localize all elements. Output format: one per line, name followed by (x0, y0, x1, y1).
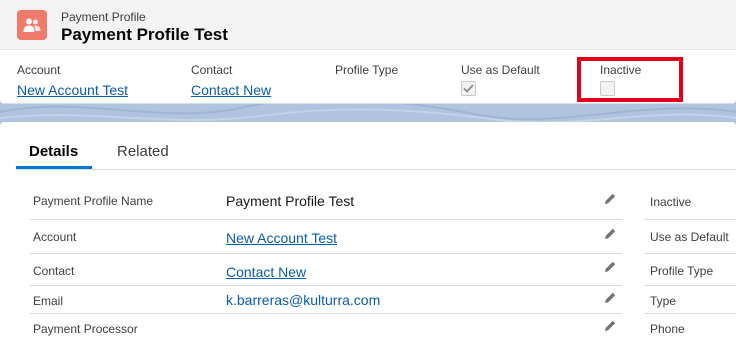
field-label: Contact (191, 63, 233, 77)
pencil-icon[interactable] (603, 260, 617, 274)
field-value: Payment Profile Test (226, 193, 355, 209)
field-label: Contact (33, 264, 75, 278)
field-label: Payment Profile Name (33, 194, 154, 208)
people-icon (23, 18, 41, 32)
field-label: Profile Type (335, 63, 399, 77)
field-label: Use as Default (461, 63, 540, 77)
detail-row-type: Type (644, 286, 736, 314)
field-label: Account (33, 230, 77, 244)
field-label: Type (650, 294, 677, 308)
pencil-icon[interactable] (603, 227, 617, 241)
tab-details[interactable]: Details (29, 143, 78, 160)
field-label: Payment Processor (33, 322, 138, 336)
field-label: Phone (650, 322, 685, 336)
highlight-field-profile-type: Profile Type (335, 63, 398, 77)
tab-related[interactable]: Related (117, 143, 169, 160)
detail-row-profile-type: Profile Type (644, 254, 736, 286)
field-label: Inactive (650, 195, 692, 209)
record-title: Payment Profile Test (61, 25, 228, 44)
field-label: Email (33, 294, 64, 308)
detail-row-email: Email k.barreras@kulturra.com (30, 286, 622, 314)
account-link[interactable]: New Account Test (226, 230, 337, 246)
email-link[interactable]: k.barreras@kulturra.com (226, 292, 380, 308)
record-detail-card: Details Related Payment Profile Name Pay… (0, 122, 736, 340)
contact-link[interactable]: Contact New (226, 264, 306, 280)
detail-row-phone: Phone (644, 314, 736, 340)
pencil-icon[interactable] (603, 192, 617, 206)
use-as-default-checkbox (461, 81, 476, 96)
detail-row-contact: Contact Contact New (30, 254, 622, 286)
field-label: Account (17, 63, 61, 77)
pencil-icon[interactable] (603, 319, 617, 333)
detail-row-account: Account New Account Test (30, 220, 622, 254)
active-tab-indicator (16, 166, 92, 169)
object-type-label: Payment Profile (61, 10, 146, 24)
detail-row-payment-processor: Payment Processor (30, 314, 622, 340)
field-label: Use as Default (650, 230, 729, 244)
highlight-field-contact: Contact Contact New (191, 63, 271, 100)
detail-row-use-as-default: Use as Default (644, 220, 736, 254)
record-header-top: Payment Profile Payment Profile Test (0, 0, 736, 50)
highlight-field-use-as-default: Use as Default (461, 63, 540, 96)
annotation-highlight-box (577, 57, 683, 102)
account-link[interactable]: New Account Test (17, 82, 128, 98)
payment-profile-icon (17, 10, 47, 40)
field-label: Profile Type (650, 264, 714, 278)
pencil-icon[interactable] (603, 291, 617, 305)
detail-row-inactive: Inactive (644, 184, 736, 220)
highlight-field-account: Account New Account Test (17, 63, 128, 100)
detail-row-payment-profile-name: Payment Profile Name Payment Profile Tes… (30, 184, 622, 220)
tab-bar: Details Related (16, 122, 736, 170)
contact-link[interactable]: Contact New (191, 82, 271, 98)
checkmark-icon (463, 84, 474, 93)
